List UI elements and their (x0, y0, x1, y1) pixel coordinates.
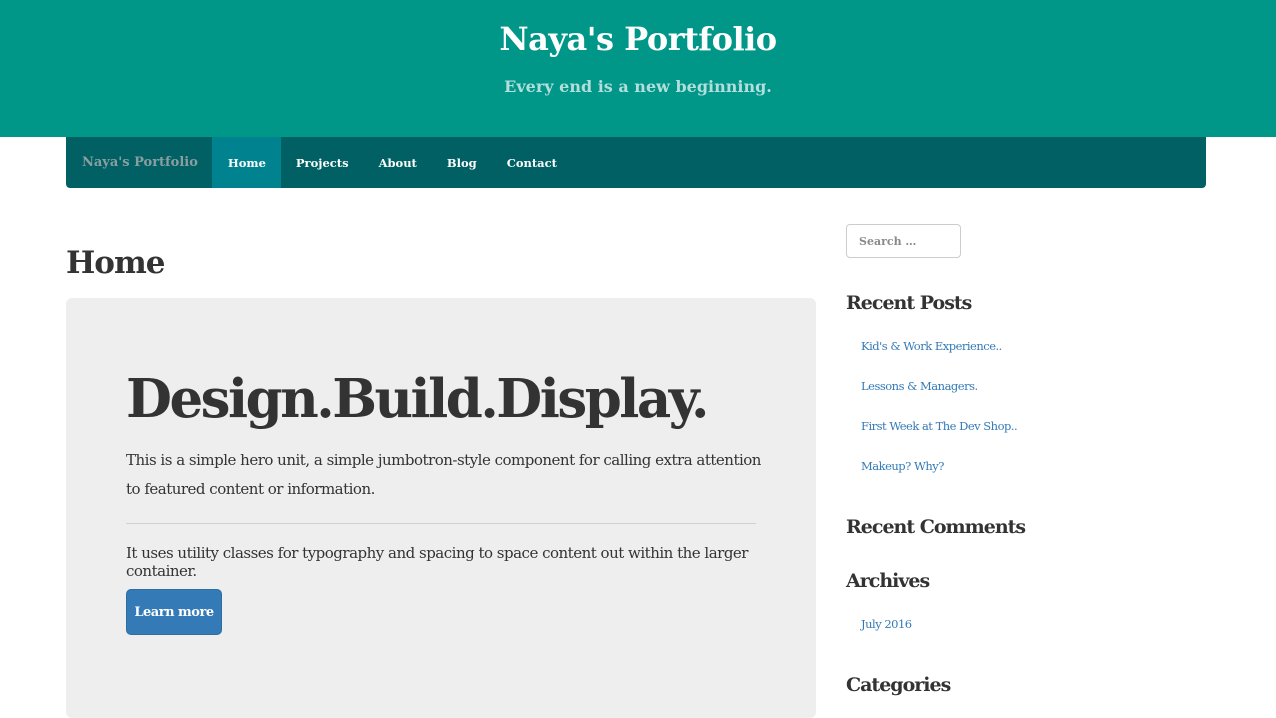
jumbotron-lead: This is a simple hero unit, a simple jum… (126, 451, 761, 498)
archives-heading: Archives (846, 570, 930, 592)
nav-item-blog[interactable]: Blog (432, 137, 492, 188)
search-input[interactable] (846, 224, 961, 258)
recent-post-link[interactable]: First Week at The Dev Shop.. (861, 419, 1018, 433)
jumbotron-divider (126, 523, 756, 524)
learn-more-button[interactable]: Learn more (126, 589, 222, 635)
nav-item-contact[interactable]: Contact (492, 137, 572, 188)
recent-post-link[interactable]: Kid's & Work Experience.. (861, 339, 1002, 353)
recent-post-link[interactable]: Makeup? Why? (861, 459, 944, 473)
categories-heading: Categories (846, 674, 951, 696)
recent-comments-heading: Recent Comments (846, 516, 1026, 538)
archive-link[interactable]: July 2016 (861, 617, 912, 631)
jumbotron-text: It uses utility classes for typography a… (126, 544, 748, 580)
main-navbar: Naya's Portfolio Home Projects About Blo… (66, 137, 1206, 188)
nav-item-home[interactable]: Home (211, 137, 281, 188)
site-title[interactable]: Naya's Portfolio (0, 20, 1276, 58)
recent-posts-heading: Recent Posts (846, 292, 972, 314)
jumbotron-heading: Design.Build.Display. (126, 368, 709, 430)
navbar-brand[interactable]: Naya's Portfolio (66, 137, 212, 188)
site-tagline: Every end is a new beginning. (504, 77, 772, 96)
nav-item-about[interactable]: About (364, 137, 432, 188)
jumbotron: Design.Build.Display. This is a simple h… (66, 298, 816, 718)
recent-post-link[interactable]: Lessons & Managers. (861, 379, 978, 393)
page-title: Home (66, 245, 165, 281)
site-header: Naya's Portfolio Every end is a new begi… (0, 0, 1276, 137)
nav-item-projects[interactable]: Projects (281, 137, 364, 188)
